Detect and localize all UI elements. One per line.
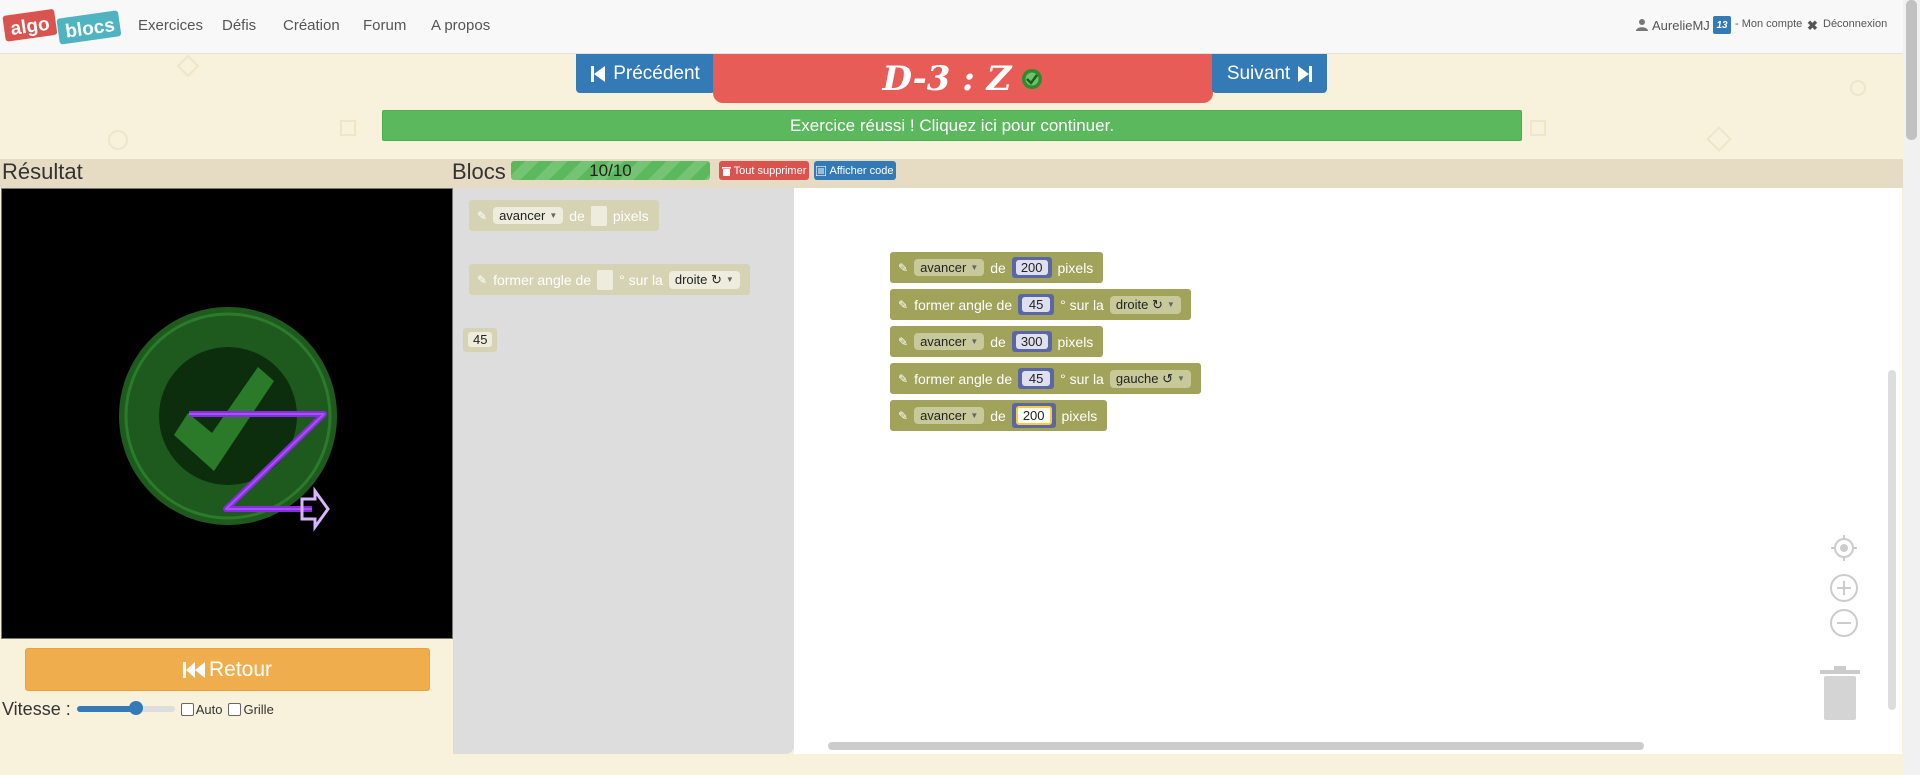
workspace-horizontal-scrollbar[interactable] <box>828 742 1644 750</box>
toolbox-move-block[interactable]: ✎ avancer ▼ de pixels <box>469 200 659 231</box>
blocks-toolbox: ✎ avancer ▼ de pixels ✎ former angle de °… <box>453 188 794 754</box>
exercise-title-box: D-3 : Z <box>713 54 1213 103</box>
pen-icon: ✎ <box>898 371 909 386</box>
pen-icon: ✎ <box>898 408 909 423</box>
next-label: Suivant <box>1226 62 1291 84</box>
program-block-1[interactable]: ✎ avancer ▼ de 200 pixels <box>890 252 1104 283</box>
step-forward-icon <box>1298 65 1313 82</box>
direction-dropdown[interactable]: droite ↻ ▼ <box>668 270 740 289</box>
pixels-label: pixels <box>612 207 649 224</box>
turn-label: former angle de <box>493 271 592 288</box>
account-link[interactable]: - Mon compte <box>1735 18 1802 30</box>
exercise-title: D-3 : Z <box>882 58 1012 99</box>
pixels-label: pixels <box>1057 259 1094 276</box>
speed-slider[interactable] <box>76 701 175 715</box>
program-block-2[interactable]: ✎ former angle de 45 ° sur la droite ↻ ▼ <box>890 289 1191 320</box>
program-block-4[interactable]: ✎ former angle de 45 ° sur la gauche ↺ ▼ <box>890 363 1201 394</box>
grid-label: Grille <box>243 701 274 717</box>
sur-label: ° sur la <box>619 271 663 288</box>
blocks-progress-bar: 10/10 <box>511 161 710 180</box>
logout-link[interactable]: Déconnexion <box>1823 18 1887 30</box>
turn-label: former angle de <box>914 370 1013 387</box>
pen-icon: ✎ <box>898 334 909 349</box>
angle-input[interactable]: 45 <box>1022 297 1051 312</box>
close-icon: ✖ <box>1807 18 1818 33</box>
direction-dropdown[interactable]: gauche ↺ ▼ <box>1109 369 1191 388</box>
nav-link-apropos[interactable]: A propos <box>431 17 490 34</box>
workspace-vertical-scrollbar[interactable] <box>1888 370 1896 710</box>
move-action-dropdown[interactable]: avancer ▼ <box>914 259 985 276</box>
page-footer-background <box>0 754 1903 775</box>
nav-link-creation[interactable]: Création <box>283 17 340 34</box>
auto-label: Auto <box>195 701 223 717</box>
move-action-dropdown[interactable]: avancer ▼ <box>493 207 564 224</box>
pen-icon: ✎ <box>477 208 488 223</box>
speed-label: Vitesse : <box>2 698 71 719</box>
result-title: Résultat <box>2 159 83 184</box>
blocks-workspace[interactable]: ✎ avancer ▼ de 200 pixels ✎ former angle … <box>794 188 1902 754</box>
angle-input[interactable]: 45 <box>1022 371 1051 386</box>
distance-input[interactable]: 200 <box>1015 406 1052 425</box>
success-message[interactable]: Exercice réussi ! Cliquez ici pour conti… <box>382 110 1522 141</box>
pixels-label: pixels <box>1057 333 1094 350</box>
turtle-drawing <box>119 307 337 532</box>
trash-icon[interactable] <box>1818 666 1862 722</box>
username-link[interactable]: AurelieMJ <box>1652 18 1710 33</box>
sur-label: ° sur la <box>1060 296 1104 313</box>
next-button[interactable]: Suivant <box>1212 54 1327 93</box>
nav-link-exercices[interactable]: Exercices <box>138 17 203 34</box>
previous-label: Précédent <box>613 62 700 84</box>
user-icon <box>1636 18 1648 34</box>
program-block-5[interactable]: ✎ avancer ▼ de 200 pixels <box>890 400 1108 431</box>
auto-checkbox[interactable]: Auto <box>180 701 223 717</box>
result-canvas[interactable] <box>1 188 453 639</box>
page-scrollbar-thumb[interactable] <box>1906 0 1917 140</box>
show-code-button[interactable]: Afficher code <box>814 161 896 180</box>
toolbox-number-block[interactable]: 45 <box>463 328 498 352</box>
nav-link-forum[interactable]: Forum <box>363 17 406 34</box>
direction-dropdown[interactable]: droite ↻ ▼ <box>1109 295 1181 314</box>
navbar: algo blocs Exercices Défis Création Foru… <box>0 0 1903 54</box>
user-level-badge: 13 <box>1713 16 1731 34</box>
back-button[interactable]: Retour <box>25 648 430 691</box>
list-icon <box>816 165 827 176</box>
delete-all-label: Tout supprimer <box>733 164 807 177</box>
de-label: de <box>990 259 1006 276</box>
previous-button[interactable]: Précédent <box>576 54 715 93</box>
program-block-3[interactable]: ✎ avancer ▼ de 300 pixels <box>890 326 1104 357</box>
trash-icon <box>721 166 731 176</box>
fast-backward-icon <box>182 661 205 678</box>
pen-icon: ✎ <box>477 272 488 287</box>
back-label: Retour <box>208 657 273 681</box>
de-label: de <box>990 407 1006 424</box>
turn-label: former angle de <box>914 296 1013 313</box>
distance-input[interactable]: 200 <box>1015 260 1048 275</box>
algoblocs-logo[interactable]: algo blocs <box>2 4 124 48</box>
pen-icon: ✎ <box>898 260 909 275</box>
move-action-dropdown[interactable]: avancer ▼ <box>914 333 985 350</box>
success-check-icon <box>1022 68 1043 89</box>
angle-socket[interactable] <box>597 269 614 290</box>
blocks-title: Blocs <box>452 159 506 184</box>
delete-all-button[interactable]: Tout supprimer <box>719 161 809 180</box>
de-label: de <box>990 333 1006 350</box>
panel-header-strip <box>0 159 1903 188</box>
de-label: de <box>569 207 585 224</box>
nav-link-defis[interactable]: Défis <box>222 17 256 34</box>
show-code-label: Afficher code <box>829 164 894 177</box>
step-backward-icon <box>591 65 606 82</box>
zoom-out-icon[interactable] <box>1829 608 1859 638</box>
speed-slider-handle[interactable] <box>128 701 143 715</box>
zoom-in-icon[interactable] <box>1829 573 1859 603</box>
move-action-dropdown[interactable]: avancer ▼ <box>914 407 985 424</box>
pen-icon: ✎ <box>898 297 909 312</box>
recenter-icon[interactable] <box>1829 533 1859 563</box>
toolbox-turn-block[interactable]: ✎ former angle de ° sur la droite ↻ ▼ <box>469 264 750 295</box>
pixels-label: pixels <box>1061 407 1098 424</box>
distance-input[interactable]: 300 <box>1015 334 1048 349</box>
sur-label: ° sur la <box>1060 370 1104 387</box>
speed-controls: Vitesse : Auto Grille <box>2 697 274 721</box>
grid-checkbox[interactable]: Grille <box>228 701 274 717</box>
value-socket[interactable] <box>590 205 607 226</box>
